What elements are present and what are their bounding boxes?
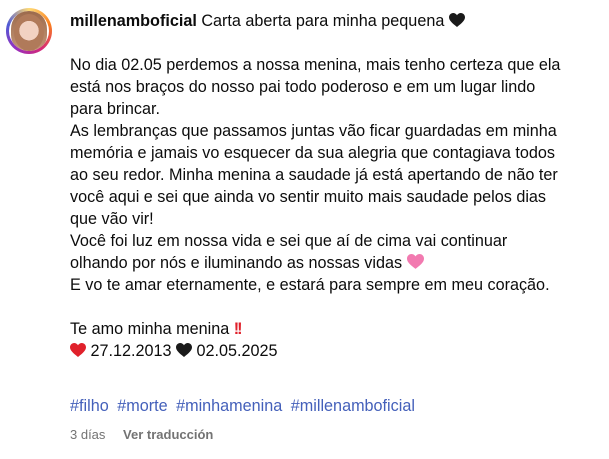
caption-header: millenamboficial Carta aberta para minha… (70, 10, 595, 32)
dates-line: 27.12.2013 02.05.2025 (70, 340, 595, 362)
caption-line: você aqui e sei que ainda vo sentir muit… (70, 188, 547, 206)
black-heart-icon (448, 13, 465, 27)
birth-date: 27.12.2013 (90, 342, 172, 360)
caption-line: No dia 02.05 perdemos a nossa menina, ma… (70, 56, 561, 74)
pink-heart-icon (406, 254, 424, 269)
caption-line: que vão vir! (70, 210, 154, 228)
caption-line: Você foi luz em nossa vida e sei que aí … (70, 232, 508, 250)
caption-line: E vo te amar eternamente, e estará para … (70, 276, 550, 294)
death-date: 02.05.2025 (196, 342, 278, 360)
caption-line-with-emoji: olhando por nós e iluminando as nossas v… (70, 252, 595, 274)
caption-line: ao seu redor. Minha menina a saudade já … (70, 166, 558, 184)
caption-title: Carta aberta para minha pequena (201, 12, 445, 30)
double-exclamation-icon: !! (233, 320, 243, 338)
hashtag-list: #filho #morte #minhamenina #millenambofi… (70, 397, 419, 416)
timestamp: 3 días (70, 427, 106, 442)
post-caption: millenamboficial Carta aberta para minha… (70, 10, 595, 362)
black-heart-icon (176, 343, 193, 357)
closing-text: Te amo minha menina (70, 320, 230, 338)
caption-line: memória e jamais vo esquecer da sua aleg… (70, 144, 556, 162)
hashtag-link[interactable]: #filho (70, 397, 109, 415)
post-meta: 3 días Ver traducción (70, 427, 213, 442)
hashtag-link[interactable]: #minhamenina (176, 397, 282, 415)
see-translation-button[interactable]: Ver traducción (123, 427, 213, 442)
avatar-image (9, 11, 49, 51)
caption-line: para brincar. (70, 100, 160, 118)
red-heart-icon (70, 343, 86, 357)
caption-line: está nos braços do nosso pai todo podero… (70, 78, 536, 96)
avatar[interactable] (6, 8, 52, 54)
username-link[interactable]: millenamboficial (70, 12, 197, 30)
hashtag-link[interactable]: #millenamboficial (291, 397, 415, 415)
caption-line: olhando por nós e iluminando as nossas v… (70, 254, 403, 272)
caption-line: As lembranças que passamos juntas vão fi… (70, 122, 557, 140)
closing-line: Te amo minha menina !! (70, 318, 595, 340)
hashtag-link[interactable]: #morte (117, 397, 167, 415)
